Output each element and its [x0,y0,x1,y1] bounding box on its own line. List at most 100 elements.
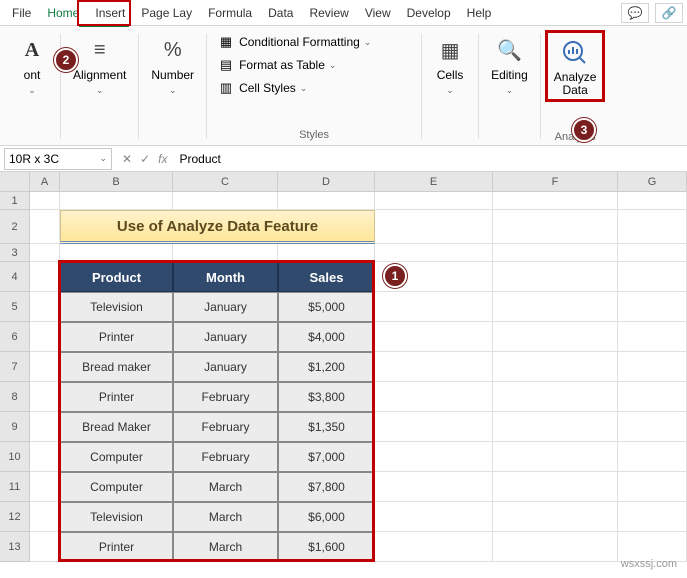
cell-E9[interactable] [375,412,493,442]
cell-C12[interactable]: March [173,502,278,532]
cell-B4[interactable]: Product [60,262,173,292]
cell-G9[interactable] [618,412,687,442]
cell-B1[interactable] [60,192,173,210]
menu-page-layout[interactable]: Page Lay [133,2,200,24]
row-header-2[interactable]: 2 [0,210,30,244]
col-header-E[interactable]: E [375,172,493,192]
row-header-9[interactable]: 9 [0,412,30,442]
cell-D6[interactable]: $4,000 [278,322,375,352]
cell-F7[interactable] [493,352,618,382]
cell-C1[interactable] [173,192,278,210]
cell-G7[interactable] [618,352,687,382]
cell-C5[interactable]: January [173,292,278,322]
cell-F13[interactable] [493,532,618,562]
col-header-G[interactable]: G [618,172,687,192]
cell-F4[interactable] [493,262,618,292]
menu-file[interactable]: File [4,2,39,24]
cell-D5[interactable]: $5,000 [278,292,375,322]
cell-styles-button[interactable]: ▥ Cell Styles ⌄ [215,78,373,98]
cell-G1[interactable] [618,192,687,210]
cell-A8[interactable] [30,382,60,412]
row-header-12[interactable]: 12 [0,502,30,532]
cell-E2[interactable] [375,210,493,244]
menu-view[interactable]: View [357,2,399,24]
cell-G12[interactable] [618,502,687,532]
cell-F9[interactable] [493,412,618,442]
cell-G11[interactable] [618,472,687,502]
cell-D4[interactable]: Sales [278,262,375,292]
cell-E12[interactable] [375,502,493,532]
cell-F11[interactable] [493,472,618,502]
cell-B7[interactable]: Bread maker [60,352,173,382]
cell-B13[interactable]: Printer [60,532,173,562]
cell-D3[interactable] [278,244,375,262]
cell-B3[interactable] [60,244,173,262]
comments-button[interactable]: 💬 [621,3,649,23]
cancel-icon[interactable]: ✕ [122,152,132,166]
cell-B12[interactable]: Television [60,502,173,532]
cell-C3[interactable] [173,244,278,262]
cell-E1[interactable] [375,192,493,210]
editing-button[interactable]: 🔍 Editing⌄ [487,32,532,98]
col-header-A[interactable]: A [30,172,60,192]
cell-B8[interactable]: Printer [60,382,173,412]
col-header-F[interactable]: F [493,172,618,192]
cell-B6[interactable]: Printer [60,322,173,352]
analyze-data-button[interactable]: AnalyzeData [554,37,597,97]
cell-A13[interactable] [30,532,60,562]
enter-icon[interactable]: ✓ [140,152,150,166]
cell-A2[interactable] [30,210,60,244]
select-all-corner[interactable] [0,172,30,192]
menu-help[interactable]: Help [459,2,500,24]
col-header-B[interactable]: B [60,172,173,192]
cell-G4[interactable] [618,262,687,292]
cell-F6[interactable] [493,322,618,352]
menu-formulas[interactable]: Formula [200,2,260,24]
alignment-button[interactable]: ≡ Alignment⌄ [69,32,130,98]
cell-G10[interactable] [618,442,687,472]
share-button[interactable]: 🔗 [655,3,683,23]
cell-F3[interactable] [493,244,618,262]
cell-E13[interactable] [375,532,493,562]
cell-C8[interactable]: February [173,382,278,412]
cell-B9[interactable]: Bread Maker [60,412,173,442]
cell-E6[interactable] [375,322,493,352]
cell-B5[interactable]: Television [60,292,173,322]
col-header-C[interactable]: C [173,172,278,192]
cell-A4[interactable] [30,262,60,292]
row-header-4[interactable]: 4 [0,262,30,292]
cell-E10[interactable] [375,442,493,472]
menu-home[interactable]: Home [39,2,87,24]
cell-B10[interactable]: Computer [60,442,173,472]
cell-C9[interactable]: February [173,412,278,442]
fx-icon[interactable]: fx [158,152,167,166]
row-header-13[interactable]: 13 [0,532,30,562]
cell-F1[interactable] [493,192,618,210]
cell-F12[interactable] [493,502,618,532]
cell-C7[interactable]: January [173,352,278,382]
cell-G3[interactable] [618,244,687,262]
menu-insert[interactable]: Insert [87,2,133,24]
row-header-1[interactable]: 1 [0,192,30,210]
cell-A11[interactable] [30,472,60,502]
cell-A3[interactable] [30,244,60,262]
cell-C10[interactable]: February [173,442,278,472]
cell-D11[interactable]: $7,800 [278,472,375,502]
cell-E3[interactable] [375,244,493,262]
row-header-11[interactable]: 11 [0,472,30,502]
cell-E5[interactable] [375,292,493,322]
cell-A12[interactable] [30,502,60,532]
row-header-6[interactable]: 6 [0,322,30,352]
cell-E11[interactable] [375,472,493,502]
cell-G5[interactable] [618,292,687,322]
name-box[interactable]: 10R x 3C ⌄ [4,148,112,170]
cell-F8[interactable] [493,382,618,412]
cell-F5[interactable] [493,292,618,322]
cell-D12[interactable]: $6,000 [278,502,375,532]
cell-C6[interactable]: January [173,322,278,352]
cell-F2[interactable] [493,210,618,244]
row-header-10[interactable]: 10 [0,442,30,472]
cell-A5[interactable] [30,292,60,322]
cell-G6[interactable] [618,322,687,352]
cell-E8[interactable] [375,382,493,412]
